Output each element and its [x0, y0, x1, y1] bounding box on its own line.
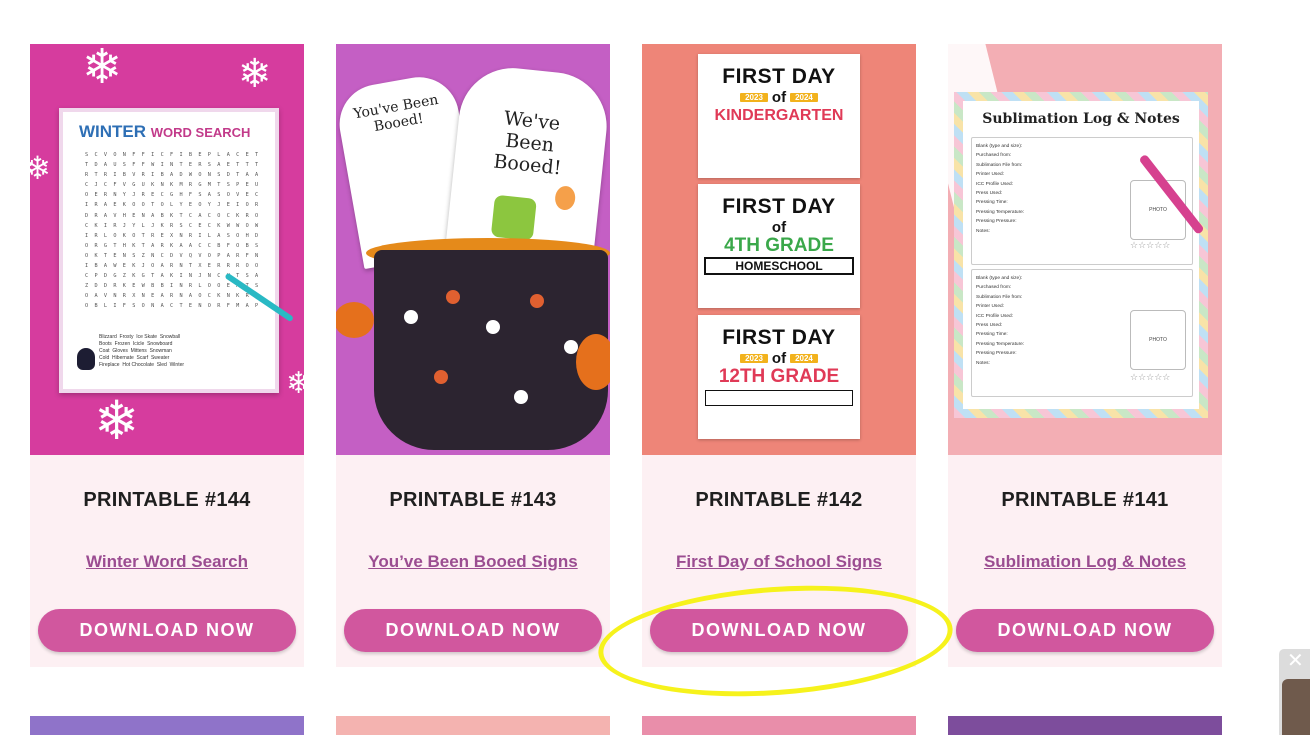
printable-number: PRINTABLE #144 [83, 489, 251, 511]
snowflake-icon: ❄ [286, 367, 304, 400]
word-list: Blizzard Frosty Ice Skate Snowball Boots… [99, 334, 185, 368]
sign-of: of [771, 89, 787, 106]
log-entry-1: Blank (type and size): Purchased from: S… [971, 137, 1193, 265]
snowflake-icon: ❄ [30, 150, 51, 186]
sign-years: 2023 of 2024 [698, 350, 860, 367]
log-fields: Blank (type and size): Purchased from: S… [976, 276, 1025, 366]
sublimation-log-heading: Sublimation Log & Notes [982, 111, 1180, 127]
download-now-button[interactable]: DOWNLOAD NOW [650, 609, 908, 652]
printable-card-142: FIRST DAY 2023 of 2024 KINDERGARTEN FIRS… [642, 44, 916, 667]
printable-link[interactable]: Winter Word Search [30, 552, 304, 572]
sign-of: of [771, 219, 787, 236]
sign-line1: FIRST DAY [722, 195, 836, 218]
first-day-sign-12th-grade: FIRST DAY 2023 of 2024 12TH GRADE [698, 315, 860, 439]
next-card-image[interactable] [642, 716, 916, 735]
sign-line2: 12TH GRADE [718, 366, 840, 387]
printable-number: PRINTABLE #141 [1001, 489, 1169, 511]
sign-text-a: You've Been Booed! [352, 91, 440, 136]
printable-image-sublimation-log[interactable]: Sublimation Log & Notes Blank (type and … [948, 44, 1222, 455]
rating-stars: ☆☆☆☆☆ [1130, 240, 1171, 250]
letter-grid: S C V O N F F I C F I B E P L A C E T T … [85, 152, 260, 310]
bucket-icon [374, 250, 608, 450]
penguin-icon [77, 348, 95, 370]
sign-year-end: 2024 [790, 354, 818, 363]
printable-image-booed-signs[interactable]: You've Been Booed! We've Been Booed! [336, 44, 610, 455]
sign-years: of [698, 219, 860, 236]
frankenstein-icon [490, 194, 537, 241]
sign-line3: HOMESCHOOL [704, 257, 854, 275]
printable-link[interactable]: First Day of School Signs [642, 552, 916, 572]
sign-year-end: 2024 [790, 93, 818, 102]
printable-number: PRINTABLE #142 [695, 489, 863, 511]
word-search-heading: WINTER WORD SEARCH [79, 122, 251, 141]
sign-text-b: We've Been Booed! [492, 107, 563, 180]
word-search-sheet: WINTER WORD SEARCH S C V O N F F I C F I… [59, 108, 279, 393]
pumpkin-icon [576, 334, 610, 390]
sign-line2: 4TH GRADE [724, 235, 834, 256]
printable-card-143: You've Been Booed! We've Been Booed! PRI… [336, 44, 610, 667]
first-day-sign-kindergarten: FIRST DAY 2023 of 2024 KINDERGARTEN [698, 54, 860, 178]
printable-card-141: Sublimation Log & Notes Blank (type and … [948, 44, 1222, 667]
sign-of: of [771, 350, 787, 367]
snowflake-icon: ❄ [238, 52, 272, 96]
next-card-image[interactable] [30, 716, 304, 735]
sign-blank-box [705, 390, 853, 406]
sign-year-start: 2023 [740, 93, 768, 102]
download-now-button[interactable]: DOWNLOAD NOW [956, 609, 1214, 652]
download-now-button[interactable]: DOWNLOAD NOW [38, 609, 296, 652]
printable-image-first-day-signs[interactable]: FIRST DAY 2023 of 2024 KINDERGARTEN FIRS… [642, 44, 916, 455]
next-card-image[interactable] [336, 716, 610, 735]
sign-line1: FIRST DAY [722, 65, 836, 88]
printable-number: PRINTABLE #143 [389, 489, 557, 511]
pumpkin-icon [336, 302, 374, 338]
sign-years: 2023 of 2024 [698, 89, 860, 106]
download-now-button[interactable]: DOWNLOAD NOW [344, 609, 602, 652]
log-fields: Blank (type and size): Purchased from: S… [976, 144, 1025, 234]
snowflake-icon: ❄ [94, 391, 140, 451]
sublimation-log-sheet: Sublimation Log & Notes Blank (type and … [954, 92, 1208, 418]
printable-link[interactable]: Sublimation Log & Notes [948, 552, 1222, 572]
sign-line1: FIRST DAY [722, 326, 836, 349]
printable-image-winter-word-search[interactable]: ❄ ❄ ❄ ❄ ❄ WINTER WORD SEARCH S C V O N F… [30, 44, 304, 455]
photo-box: PHOTO [1130, 310, 1186, 370]
next-card-image[interactable] [948, 716, 1222, 735]
printable-link[interactable]: You’ve Been Booed Signs [336, 552, 610, 572]
close-icon[interactable]: ✕ [1287, 651, 1304, 671]
balloon-icon [553, 185, 577, 212]
log-entry-2: Blank (type and size): Purchased from: S… [971, 269, 1193, 397]
first-day-sign-4th-grade: FIRST DAY of 4TH GRADE HOMESCHOOL [698, 184, 860, 308]
sign-line2: KINDERGARTEN [714, 107, 844, 124]
sign-year-start: 2023 [740, 354, 768, 363]
snowflake-icon: ❄ [82, 44, 123, 94]
printable-card-144: ❄ ❄ ❄ ❄ ❄ WINTER WORD SEARCH S C V O N F… [30, 44, 304, 667]
rating-stars: ☆☆☆☆☆ [1130, 372, 1171, 382]
